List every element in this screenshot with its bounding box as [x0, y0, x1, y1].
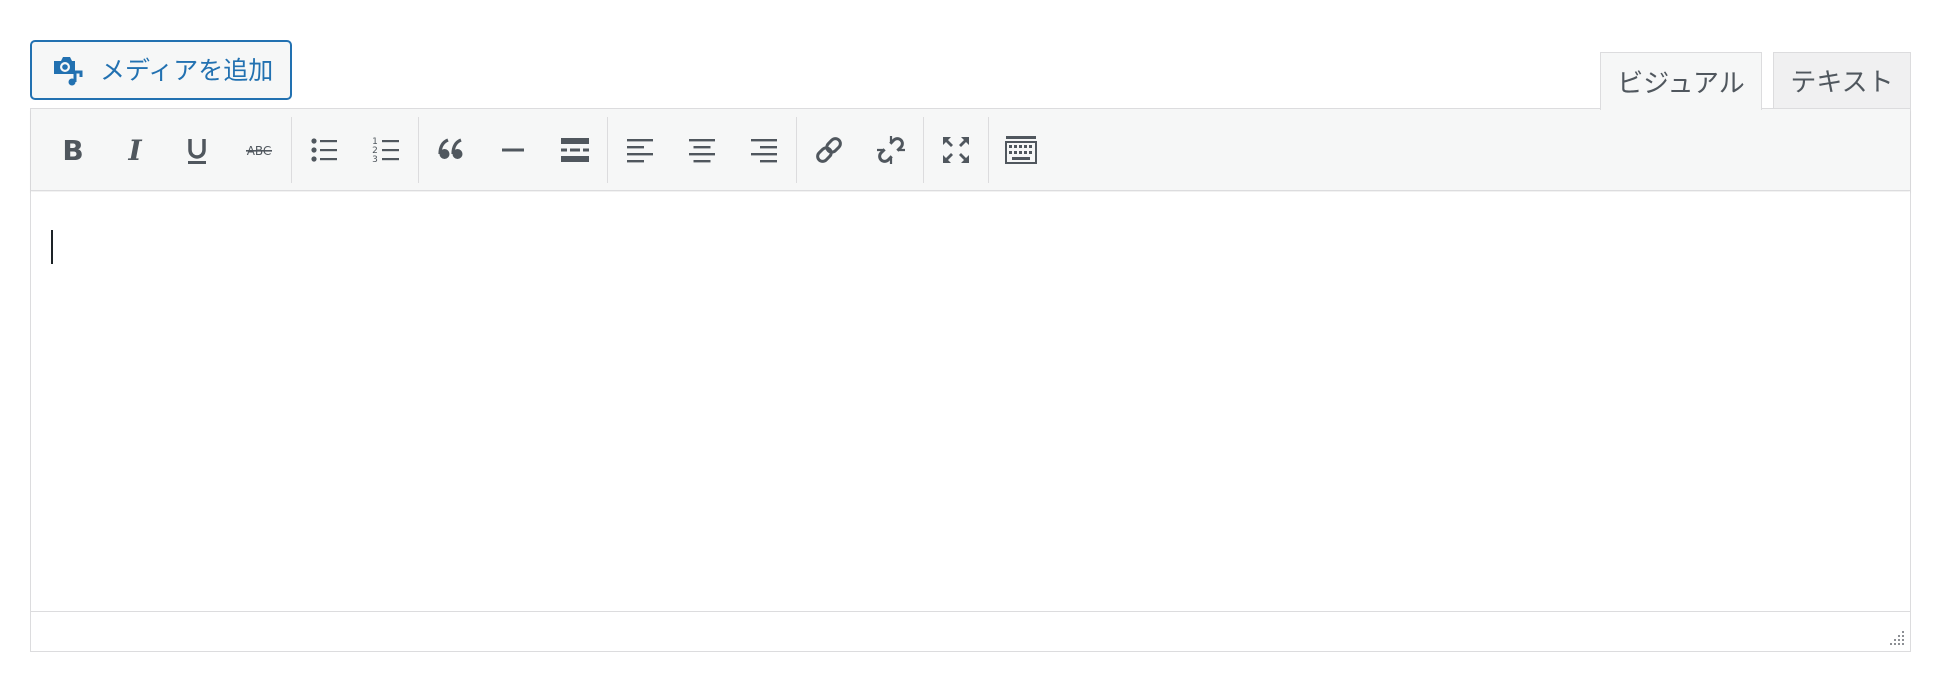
- bold-button[interactable]: B: [42, 119, 104, 181]
- bulleted-list-button[interactable]: [293, 119, 355, 181]
- align-left-icon: [627, 138, 653, 162]
- italic-button[interactable]: I: [104, 119, 166, 181]
- numbered-list-button[interactable]: 1 2 3: [355, 119, 417, 181]
- text-caret: [51, 230, 53, 264]
- tab-visual[interactable]: ビジュアル: [1600, 52, 1762, 110]
- unlink-icon: [877, 135, 905, 164]
- insert-read-more-button[interactable]: [544, 119, 606, 181]
- blockquote-button[interactable]: [420, 119, 482, 181]
- toolbar-toggle-button[interactable]: [990, 119, 1052, 181]
- align-center-button[interactable]: [671, 119, 733, 181]
- align-right-icon: [751, 138, 777, 162]
- svg-text:B: B: [62, 134, 83, 167]
- insert-read-more-icon: [561, 137, 589, 162]
- toolbar-separator: [988, 116, 989, 183]
- toolbar-separator: [607, 116, 608, 183]
- align-left-button[interactable]: [609, 119, 671, 181]
- add-media-label: メディアを追加: [100, 55, 274, 85]
- toolbar-separator: [418, 116, 419, 183]
- align-center-icon: [689, 138, 715, 162]
- fullscreen-icon: [943, 136, 969, 163]
- horizontal-line-icon: [502, 148, 524, 151]
- svg-text:I: I: [127, 134, 142, 167]
- align-right-button[interactable]: [733, 119, 795, 181]
- resize-handle-icon[interactable]: [1886, 627, 1906, 647]
- underline-icon: [188, 138, 206, 164]
- editor-toolbar: B I ABC 1 2 3: [31, 109, 1910, 191]
- insert-link-button[interactable]: [798, 119, 860, 181]
- blockquote-icon: [438, 138, 463, 159]
- link-icon: [816, 136, 842, 163]
- bulleted-list-icon: [311, 137, 337, 162]
- horizontal-line-button[interactable]: [482, 119, 544, 181]
- add-media-icon: [50, 52, 86, 88]
- remove-link-button[interactable]: [860, 119, 922, 181]
- add-media-button[interactable]: メディアを追加: [30, 40, 292, 100]
- toolbar-separator: [923, 116, 924, 183]
- toolbar-separator: [796, 116, 797, 183]
- numbered-list-icon: 1 2 3: [372, 137, 399, 165]
- strikethrough-icon: ABC: [246, 144, 272, 158]
- editor: B I ABC 1 2 3: [30, 108, 1911, 652]
- editor-content-area[interactable]: [31, 192, 1910, 610]
- italic-icon: I: [127, 134, 142, 167]
- toolbar-separator: [291, 116, 292, 183]
- fullscreen-button[interactable]: [925, 119, 987, 181]
- keyboard-icon: [1005, 135, 1037, 164]
- underline-button[interactable]: [166, 119, 228, 181]
- editor-statusbar: [31, 611, 1910, 651]
- svg-text:3: 3: [372, 155, 378, 165]
- strikethrough-button[interactable]: ABC: [228, 119, 290, 181]
- tab-text[interactable]: テキスト: [1773, 52, 1911, 108]
- bold-icon: B: [62, 134, 83, 167]
